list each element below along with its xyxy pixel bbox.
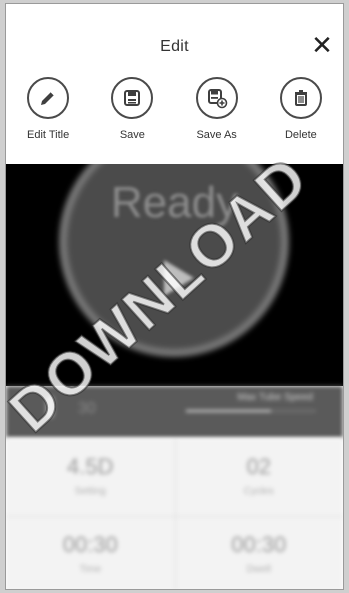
stat-value: 4.5D: [67, 454, 114, 479]
action-bar: Edit Title Save Save As Delete: [6, 77, 343, 141]
save-as-label: Save As: [196, 129, 237, 141]
preview-stats-grid: 4.5D Setting 02 Cycles 00:30 Time 00:30 …: [6, 438, 344, 589]
thermometer-icon: [46, 396, 54, 418]
max-tube-speed-label: Max Tube Speed: [237, 392, 313, 403]
save-button[interactable]: Save: [97, 77, 167, 141]
edit-header: Edit ✕ Edit Title Save Save As Delete: [6, 4, 343, 164]
max-tube-speed-fill: [186, 410, 271, 412]
temperature-value: 30: [78, 400, 96, 417]
trash-icon: [279, 77, 322, 119]
status-text: Ready: [110, 178, 239, 227]
stat-name: Time: [79, 564, 102, 575]
page-title: Edit: [160, 38, 189, 55]
delete-label: Delete: [284, 129, 317, 141]
program-preview: Ready: [6, 164, 343, 386]
save-as-button[interactable]: Save As: [182, 77, 252, 141]
edit-title-button[interactable]: Edit Title: [13, 77, 83, 141]
stat-name: Dwell: [246, 564, 271, 575]
stat-value: 00:30: [231, 532, 287, 557]
stat-cell: 00:30 Dwell: [175, 516, 344, 589]
preview-status-bar: 30 Max Tube Speed: [6, 386, 343, 438]
stat-cell: 00:30 Time: [6, 516, 175, 589]
stat-name: Cycles: [243, 486, 274, 497]
save-icon: [111, 77, 154, 119]
close-button[interactable]: ✕: [309, 32, 335, 58]
save-label: Save: [119, 129, 145, 141]
stat-cell: 4.5D Setting: [6, 438, 175, 514]
stat-cell: 02 Cycles: [175, 438, 344, 514]
stat-name: Setting: [74, 486, 106, 497]
pencil-icon: [27, 77, 70, 119]
delete-button[interactable]: Delete: [266, 77, 336, 141]
save-as-icon: [195, 77, 238, 119]
edit-title-label: Edit Title: [27, 129, 70, 141]
stat-value: 00:30: [62, 532, 118, 557]
play-icon: [164, 260, 194, 296]
max-tube-speed-track: [186, 410, 316, 412]
screen: Edit ✕ Edit Title Save Save As Delete Re…: [5, 3, 344, 590]
stat-value: 02: [246, 454, 271, 479]
